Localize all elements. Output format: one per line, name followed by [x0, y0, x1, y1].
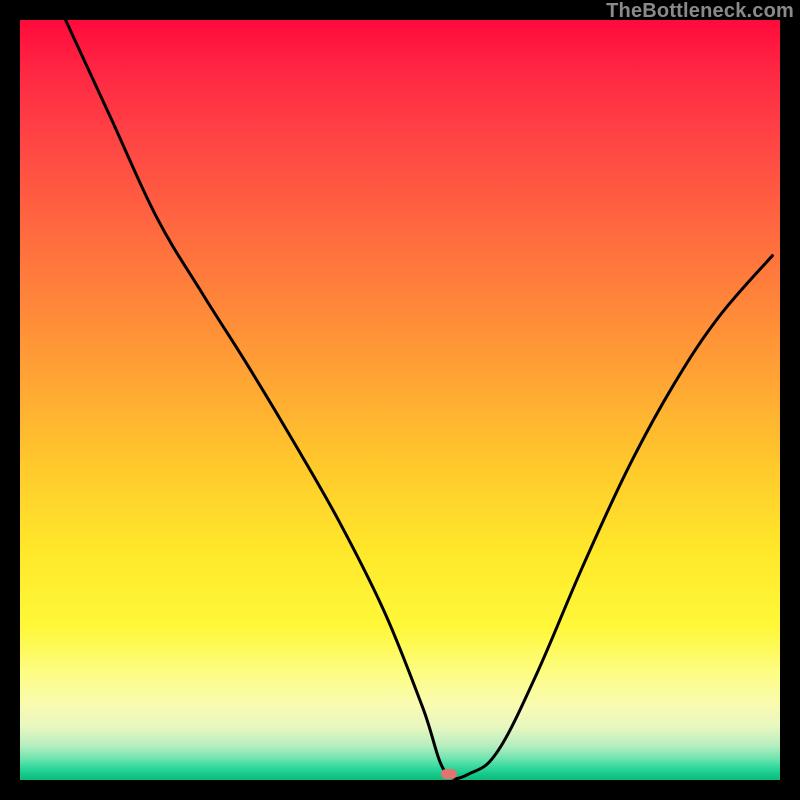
chart-container: TheBottleneck.com	[0, 0, 800, 800]
bottleneck-curve	[20, 20, 780, 780]
optimal-point-marker	[441, 769, 457, 779]
plot-area	[20, 20, 780, 780]
